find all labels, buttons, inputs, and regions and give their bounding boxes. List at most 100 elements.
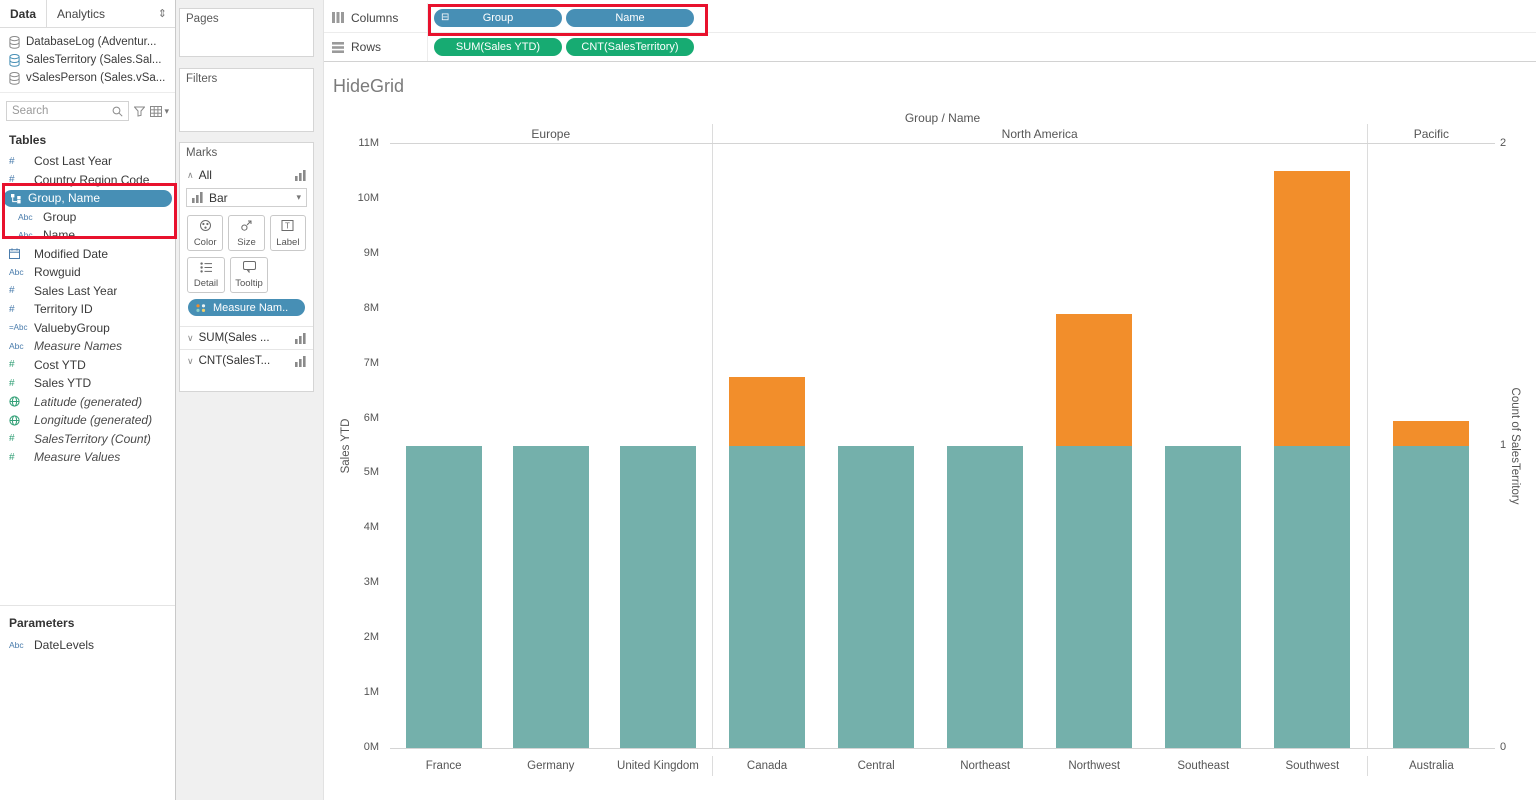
field-item-latitude-generated[interactable]: Latitude (generated): [0, 393, 175, 412]
datasource-item[interactable]: SalesTerritory (Sales.Sal...: [0, 51, 175, 69]
search-input[interactable]: Search: [6, 101, 129, 121]
y2-tick-label: 1: [1500, 439, 1506, 451]
number-field-icon: #: [9, 359, 29, 370]
rows-pill-area: SUM(Sales YTD)CNT(SalesTerritory): [428, 38, 694, 56]
column-pill-name[interactable]: Name: [566, 9, 694, 27]
field-item-group-name[interactable]: Group, Name: [0, 189, 175, 208]
field-label: Cost YTD: [34, 358, 86, 372]
y-axis-ticks: 0M1M2M3M4M5M6M7M8M9M10M11M: [324, 62, 385, 800]
field-label: Sales YTD: [34, 376, 91, 390]
selected-field-pill[interactable]: Group, Name: [3, 190, 172, 207]
filters-shelf[interactable]: Filters: [179, 68, 314, 132]
bar-northwest[interactable]: [1056, 314, 1132, 748]
x-axis-label-northeast: Northeast: [931, 756, 1040, 776]
sort-fields-icon[interactable]: ⇕: [150, 0, 175, 27]
y2-tick-label: 2: [1500, 137, 1506, 149]
detail-button[interactable]: Detail: [187, 257, 225, 293]
bar-canada[interactable]: [729, 377, 805, 748]
field-item-cost-ytd[interactable]: # Cost YTD: [0, 356, 175, 375]
field-item-valuebygroup[interactable]: =AbcValuebyGroup: [0, 319, 175, 338]
field-item-modified-date[interactable]: Modified Date: [0, 245, 175, 264]
cards-column: Pages Filters Marks ∧ All Bar ▾ ColorSiz…: [176, 0, 324, 800]
datasource-label: vSalesPerson (Sales.vSa...: [26, 72, 165, 84]
marks-card-section-cnt-salest[interactable]: ∨CNT(SalesT...: [180, 349, 313, 372]
y-tick-label: 11M: [358, 137, 379, 149]
detail-icon: [200, 262, 213, 276]
field-item-sales-last-year[interactable]: #Sales Last Year: [0, 282, 175, 301]
hierarchy-icon: [10, 193, 22, 204]
field-item-rowguid[interactable]: AbcRowguid: [0, 263, 175, 282]
tooltip-icon: [243, 261, 256, 276]
field-item-territory-id[interactable]: #Territory ID: [0, 300, 175, 319]
bar-france[interactable]: [406, 446, 482, 748]
parameter-item-datelevels[interactable]: Abc DateLevels: [0, 636, 175, 655]
field-item-sales-ytd[interactable]: # Sales YTD: [0, 374, 175, 393]
bar-southwest[interactable]: [1274, 171, 1350, 748]
bar-australia[interactable]: [1393, 421, 1469, 748]
x-label-group-pacific: Australia: [1367, 756, 1495, 776]
bar-northeast[interactable]: [947, 446, 1023, 748]
x-axis-label-canada: Canada: [713, 756, 822, 776]
field-label: SalesTerritory (Count): [34, 432, 151, 446]
field-item-longitude-generated[interactable]: Longitude (generated): [0, 411, 175, 430]
field-label: Longitude (generated): [34, 413, 152, 427]
field-item-name[interactable]: AbcName: [0, 226, 175, 245]
measure-names-pill[interactable]: Measure Nam..: [188, 299, 305, 316]
size-icon: [240, 219, 253, 235]
bar-segment-teal: [729, 446, 805, 748]
field-item-country-region-code[interactable]: #Country Region Code: [0, 171, 175, 190]
field-label: Group, Name: [28, 191, 100, 205]
rows-shelf-head: Rows: [324, 33, 428, 61]
datasource-item[interactable]: vSalesPerson (Sales.vSa...: [0, 69, 175, 87]
columns-shelf[interactable]: Columns ⊟GroupName: [324, 3, 1536, 32]
bar-united-kingdom[interactable]: [620, 446, 696, 748]
y2-tick-label: 0: [1500, 741, 1506, 753]
text-field-icon: Abc: [9, 640, 29, 650]
bar-southeast[interactable]: [1165, 446, 1241, 748]
tab-data[interactable]: Data: [0, 0, 47, 27]
field-item-group[interactable]: AbcGroup: [0, 208, 175, 227]
parameter-label: DateLevels: [34, 638, 94, 652]
bar-central[interactable]: [838, 446, 914, 748]
column-pill-group[interactable]: ⊟Group: [434, 9, 562, 27]
tab-analytics[interactable]: Analytics: [47, 0, 115, 27]
color-button[interactable]: Color: [187, 215, 223, 251]
row-pill-cnt-salesterritory[interactable]: CNT(SalesTerritory): [566, 38, 694, 56]
database-icon: [9, 72, 20, 85]
field-item-measure-values[interactable]: #Measure Values: [0, 448, 175, 467]
size-button[interactable]: Size: [228, 215, 264, 251]
row-pill-sum-sales-ytd[interactable]: SUM(Sales YTD): [434, 38, 562, 56]
filter-icon[interactable]: [134, 106, 145, 117]
pages-shelf[interactable]: Pages: [179, 8, 314, 57]
bar-germany[interactable]: [513, 446, 589, 748]
number-field-icon: #: [9, 378, 29, 389]
bar-chart-mini-icon: [295, 170, 306, 181]
field-label: ValuebyGroup: [34, 321, 110, 335]
pages-label: Pages: [180, 9, 313, 29]
datasource-label: DatabaseLog (Adventur...: [26, 36, 156, 48]
field-item-measure-names[interactable]: AbcMeasure Names: [0, 337, 175, 356]
chart-header: Group / Name: [390, 111, 1495, 125]
y-tick-label: 4M: [364, 521, 379, 533]
columns-shelf-head: Columns: [324, 3, 428, 32]
label-button[interactable]: TLabel: [270, 215, 306, 251]
datasource-item[interactable]: DatabaseLog (Adventur...: [0, 33, 175, 51]
tooltip-button[interactable]: Tooltip: [230, 257, 268, 293]
field-label: Cost Last Year: [34, 154, 112, 168]
y-tick-label: 10M: [358, 192, 379, 204]
view-options-icon[interactable]: ▾: [150, 106, 169, 117]
mark-type-dropdown[interactable]: Bar ▾: [186, 188, 307, 207]
marks-buttons-row1: ColorSizeTLabel: [180, 215, 313, 251]
rows-shelf[interactable]: Rows SUM(Sales YTD)CNT(SalesTerritory): [324, 32, 1536, 61]
field-list: #Cost Last Year#Country Region CodeGroup…: [0, 152, 175, 467]
marks-all-row[interactable]: ∧ All: [180, 163, 313, 187]
field-item-salesterritory-count[interactable]: #SalesTerritory (Count): [0, 430, 175, 449]
marks-card-section-sum-sales[interactable]: ∨SUM(Sales ...: [180, 326, 313, 349]
sheet: HideGrid Group / Name EuropeNorth Americ…: [324, 62, 1536, 800]
x-axis-label-germany: Germany: [497, 756, 604, 776]
globe-icon: [9, 415, 29, 426]
y-tick-label: 2M: [364, 631, 379, 643]
database-icon: [9, 54, 20, 67]
field-item-cost-last-year[interactable]: #Cost Last Year: [0, 152, 175, 171]
database-icon: [9, 36, 20, 49]
